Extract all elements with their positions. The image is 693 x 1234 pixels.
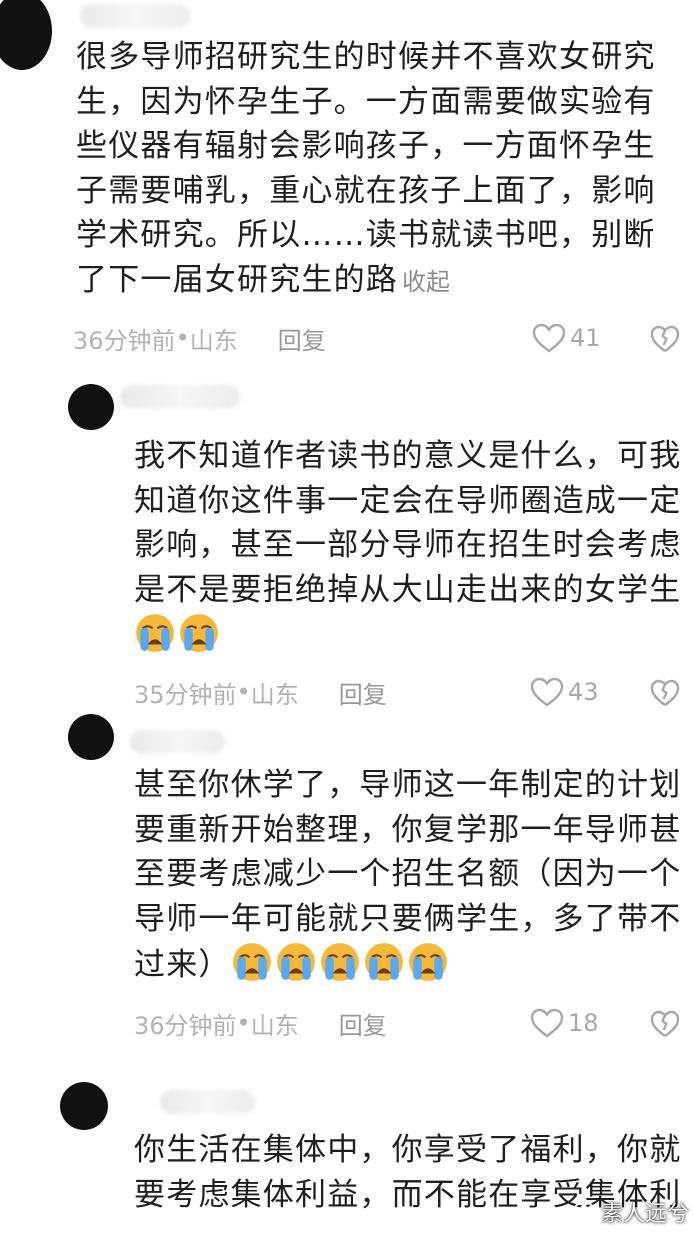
comment-time: 36分钟前 — [73, 326, 176, 355]
username-blurred[interactable] — [130, 730, 225, 754]
wechat-channel-icon — [572, 1201, 595, 1223]
watermark-text: 素人远兮 — [600, 1202, 689, 1227]
broken-heart-icon[interactable] — [650, 1009, 680, 1039]
like-button[interactable]: 18 — [530, 1006, 599, 1040]
comment-meta: 36分钟前 • 山东 回复 — [73, 321, 326, 355]
crying-face-icon — [232, 943, 271, 982]
comment-time: 36分钟前 — [134, 1011, 237, 1040]
username-blurred[interactable] — [160, 1090, 255, 1114]
like-button[interactable]: 43 — [530, 675, 599, 709]
comment-meta: 35分钟前 • 山东 回复 — [134, 675, 387, 709]
username-blurred[interactable] — [80, 4, 190, 28]
reply-button[interactable]: 回复 — [339, 1006, 387, 1041]
like-count: 18 — [568, 1009, 599, 1037]
broken-heart-icon[interactable] — [650, 678, 680, 708]
crying-face-icon — [180, 614, 218, 653]
comment-text: 我不知道作者读书的意义是什么，可我 知道你这件事一定会在导师圈造成一定 影响，甚… — [134, 434, 681, 659]
heart-icon — [532, 323, 566, 353]
collapse-link[interactable]: 收起 — [402, 268, 450, 296]
avatar[interactable] — [68, 384, 114, 430]
comment-text: 很多导师招研究生的时候并不喜欢女研究 生，因为怀孕生子。一方面需要做实验有 些仪… — [76, 39, 656, 298]
like-count: 41 — [570, 324, 601, 352]
broken-heart-icon[interactable] — [650, 324, 680, 354]
comment-meta: 36分钟前 • 山东 回复 — [134, 1006, 387, 1040]
avatar[interactable] — [68, 714, 114, 760]
watermark: 素人远兮 — [572, 1196, 689, 1228]
avatar[interactable] — [0, 0, 52, 70]
reply-button[interactable]: 回复 — [339, 675, 387, 710]
crying-face-icon — [408, 943, 447, 982]
heart-icon — [530, 1008, 564, 1038]
meta-separator: • — [175, 324, 190, 352]
comment-location: 山东 — [250, 680, 299, 709]
comment-time: 35分钟前 — [134, 680, 237, 709]
crying-face-icon — [136, 614, 174, 653]
like-button[interactable]: 41 — [532, 321, 601, 355]
reply-button[interactable]: 回复 — [278, 321, 326, 356]
comment-text: 甚至你休学了，导师这一年制定的计划 要重新开始整理，你复学那一年导师甚 至要考虑… — [134, 767, 682, 984]
comment-location: 山东 — [250, 1011, 299, 1040]
emoji-row — [231, 943, 451, 983]
username-blurred[interactable] — [120, 385, 240, 409]
emoji-row — [134, 612, 681, 659]
meta-separator: • — [236, 678, 251, 706]
meta-separator: • — [236, 1009, 251, 1037]
heart-icon — [530, 677, 564, 707]
avatar[interactable] — [60, 1082, 108, 1130]
crying-face-icon — [276, 943, 315, 982]
comment-location: 山东 — [189, 326, 238, 355]
crying-face-icon — [320, 943, 359, 982]
like-count: 43 — [568, 678, 599, 706]
crying-face-icon — [364, 943, 403, 982]
